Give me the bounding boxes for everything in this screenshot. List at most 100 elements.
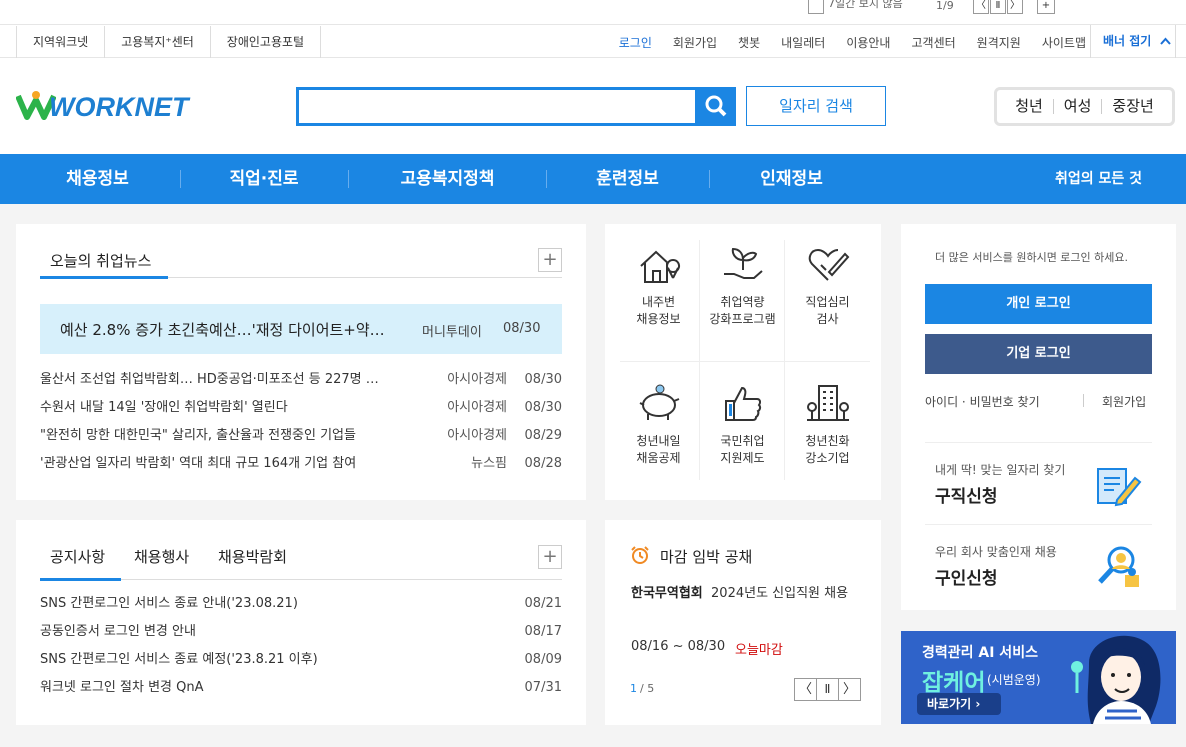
news-item-source: 아시아경제 (447, 428, 507, 443)
find-account-link[interactable]: 아이디 · 비밀번호 찾기 (925, 393, 1040, 410)
ad-line2: 잡케어 (922, 670, 986, 696)
banner-next-button[interactable]: 〉 (1007, 0, 1023, 14)
nav-divider (348, 170, 349, 188)
quick-link-women[interactable]: 여성 (1052, 99, 1102, 114)
deadline-period: 08/16 ~ 08/30 (631, 639, 726, 654)
news-item-date: 08/30 (524, 372, 562, 387)
deadline-next-button[interactable]: 〉 (838, 678, 861, 701)
service-national-employment[interactable]: 국민취업 지원제도 (700, 383, 785, 467)
news-item-source: 뉴스핌 (471, 456, 507, 471)
guide-link[interactable]: 이용안내 (846, 34, 890, 51)
notice-more-button[interactable]: + (538, 545, 562, 569)
quick-link-middle-aged[interactable]: 중장년 (1101, 99, 1163, 114)
featured-news-title: 예산 2.8% 증가 초긴축예산…'재정 다이어트+약… (60, 321, 385, 339)
newsletter-link[interactable]: 내일레터 (781, 34, 825, 51)
service-label: 강화프로그램 (709, 312, 776, 326)
hide-week-checkbox[interactable] (808, 0, 824, 14)
nav-recruitment[interactable]: 채용정보 (40, 154, 155, 204)
banner-prev-button[interactable]: 〈 (973, 0, 989, 14)
magnifier-person-icon (1098, 546, 1139, 587)
service-label: 직업심리 (805, 295, 850, 309)
ad-line1: 경력관리 AI 서비스 (922, 645, 1038, 661)
job-search-button[interactable]: 일자리 검색 (746, 86, 886, 126)
news-title[interactable]: 오늘의 취업뉴스 (50, 250, 151, 271)
service-capability-program[interactable]: 취업역량 강화프로그램 (700, 244, 785, 328)
banner-close-label: 배너 접기 (1103, 34, 1152, 48)
service-label: 검사 (816, 312, 839, 326)
document-pen-icon (1097, 468, 1142, 507)
banner-add-button[interactable]: + (1037, 0, 1055, 14)
remote-support-link[interactable]: 원격지원 (977, 34, 1021, 51)
worknet-logo[interactable]: WORKNET (15, 90, 188, 123)
featured-news-source: 머니투데이 (422, 325, 482, 340)
news-item[interactable]: "완전히 망한 대한민국" 살리자, 출산율과 전쟁중인 기업들 아시아경제 0… (40, 426, 562, 446)
util-link-welfare-center[interactable]: 고용복지⁺센터 (104, 25, 210, 59)
notice-item[interactable]: 워크넷 로그인 절차 변경 QnA 07/31 (40, 678, 562, 698)
login-link[interactable]: 로그인 (619, 34, 652, 51)
notice-item-date: 08/17 (524, 624, 562, 639)
promo-sub: 우리 회사 맞춤인재 채용 (935, 545, 1057, 559)
main-navigation: 채용정보 직업·진로 고용복지정책 훈련정보 인재정보 취업의 모든 것 (0, 154, 1186, 204)
notice-item[interactable]: 공동인증서 로그인 변경 안내 08/17 (40, 622, 562, 642)
nav-talent[interactable]: 인재정보 (734, 154, 849, 204)
heart-pencil-icon (808, 248, 849, 281)
nav-welfare-policy[interactable]: 고용복지정책 (370, 154, 525, 204)
deadline-prev-button[interactable]: 〈 (794, 678, 817, 701)
thumbs-up-icon (724, 386, 761, 421)
nav-career[interactable]: 직업·진로 (205, 154, 323, 204)
chevron-up-icon (1159, 37, 1171, 45)
tab-recruit-events[interactable]: 채용행사 (134, 546, 189, 567)
deadline-job[interactable]: 한국무역협회 2024년도 신입직원 채용 (631, 583, 861, 605)
ad-cta-button[interactable]: 바로가기 › (917, 693, 1001, 715)
job-seeker-apply[interactable]: 내게 딱! 맞는 일자리 찾기 구직신청 (925, 452, 1152, 522)
news-item-title: '관광산업 일자리 박람회' 역대 최대 규모 164개 기업 참여 (40, 456, 357, 471)
featured-news[interactable]: 예산 2.8% 증가 초긴축예산…'재정 다이어트+약… 머니투데이 08/30 (40, 304, 562, 354)
login-link-divider (1083, 394, 1084, 407)
banner-close-button[interactable]: 배너 접기 (1090, 25, 1176, 59)
service-nearby-jobs[interactable]: 내주변 채용정보 (616, 244, 701, 328)
corporate-login-button[interactable]: 기업 로그인 (925, 334, 1152, 374)
news-item[interactable]: '관광산업 일자리 박람회' 역대 최대 규모 164개 기업 참여 뉴스핌 0… (40, 454, 562, 474)
service-label: 내주변 (641, 295, 676, 309)
notice-item-title: SNS 간편로그인 서비스 종료 안내('23.08.21) (40, 596, 298, 611)
service-label: 취업역량 (720, 295, 765, 309)
service-label: 국민취업 (720, 434, 765, 448)
service-youth-savings[interactable]: 청년내일 채움공제 (616, 383, 701, 467)
notice-item-title: 공동인증서 로그인 변경 안내 (40, 624, 196, 639)
featured-news-date: 08/30 (503, 321, 541, 336)
notice-item[interactable]: SNS 간편로그인 서비스 종료 예정('23.8.21 이후) 08/09 (40, 650, 562, 670)
employer-apply[interactable]: 우리 회사 맞춤인재 채용 구인신청 (925, 532, 1152, 602)
sitemap-link[interactable]: 사이트맵 (1042, 34, 1086, 51)
chatbot-link[interactable]: 챗봇 (738, 34, 760, 51)
search-button[interactable] (697, 87, 736, 126)
deadline-pause-button[interactable]: Ⅱ (816, 678, 839, 701)
news-item-date: 08/30 (524, 400, 562, 415)
banner-pager: 1/9 (936, 0, 954, 12)
news-item[interactable]: 울산서 조선업 취업박람회… HD중공업·미포조선 등 227명 … 아시아경제… (40, 370, 562, 390)
promo-sub: 내게 딱! 맞는 일자리 찾기 (935, 463, 1066, 477)
signup-link[interactable]: 회원가입 (673, 34, 717, 51)
member-links: 로그인 회원가입 챗봇 내일레터 이용안내 고객센터 원격지원 사이트맵 (598, 25, 1086, 59)
nav-training[interactable]: 훈련정보 (570, 154, 685, 204)
search-input[interactable] (296, 87, 698, 126)
news-item[interactable]: 수원서 내달 14일 '장애인 취업박람회' 열린다 아시아경제 08/30 (40, 398, 562, 418)
personal-login-button[interactable]: 개인 로그인 (925, 284, 1152, 324)
service-psych-test[interactable]: 직업심리 검사 (785, 244, 870, 328)
jobcare-ad-banner[interactable]: 경력관리 AI 서비스 잡케어 (시범운영) 바로가기 › (901, 631, 1176, 724)
banner-pause-button[interactable]: Ⅱ (990, 0, 1006, 14)
tab-job-fairs[interactable]: 채용박람회 (218, 546, 287, 567)
service-youth-friendly-company[interactable]: 청년친화 강소기업 (785, 383, 870, 467)
quick-link-youth[interactable]: 청년 (1005, 99, 1053, 114)
login-signup-link[interactable]: 회원가입 (1102, 393, 1146, 410)
promo-title: 구직신청 (935, 487, 998, 507)
customer-center-link[interactable]: 고객센터 (911, 34, 955, 51)
deadline-page-total: / 5 (640, 682, 655, 695)
util-link-disabled-portal[interactable]: 장애인고용포털 (209, 25, 322, 59)
notice-item[interactable]: SNS 간편로그인 서비스 종료 안내('23.08.21) 08/21 (40, 594, 562, 614)
news-item-source: 아시아경제 (447, 400, 507, 415)
util-link-regional[interactable]: 지역워크넷 (16, 25, 104, 59)
news-more-button[interactable]: + (538, 248, 562, 272)
tab-notice[interactable]: 공지사항 (50, 546, 105, 567)
ad-cta-label: 바로가기 (927, 697, 972, 711)
nav-all-menu[interactable]: 취업의 모든 것 (1055, 154, 1142, 204)
